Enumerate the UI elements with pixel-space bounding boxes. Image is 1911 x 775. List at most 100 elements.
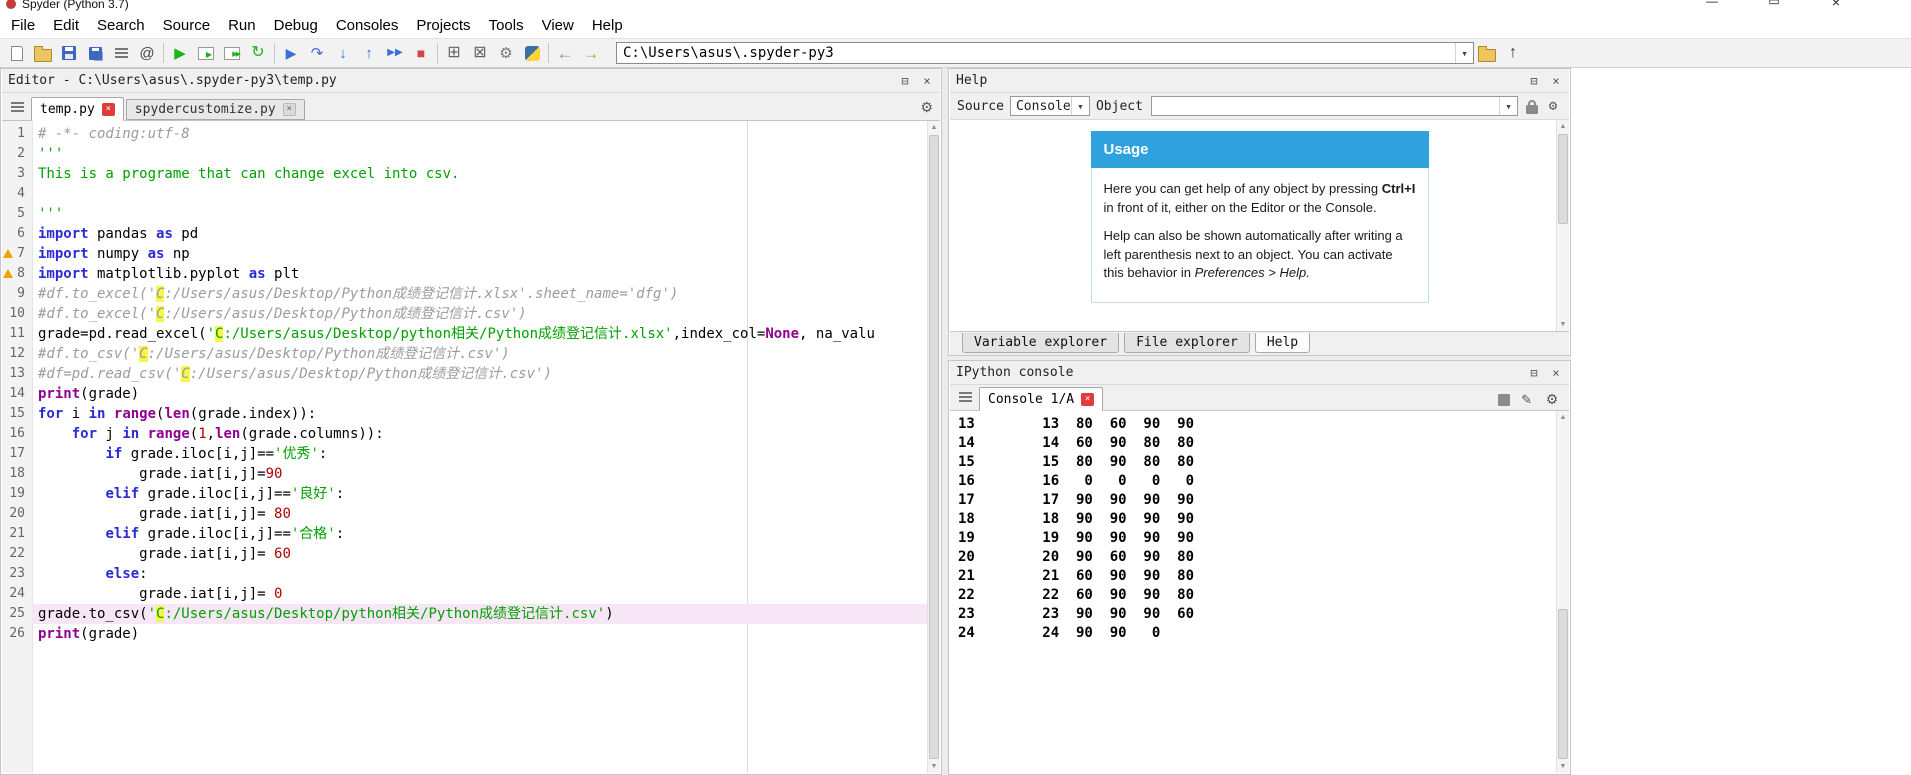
- step-over-icon[interactable]: ↷: [304, 40, 330, 66]
- source-select[interactable]: Console: [1010, 96, 1090, 116]
- browse-tabs-icon[interactable]: [954, 387, 976, 407]
- run-cell-advance-icon[interactable]: [219, 40, 245, 66]
- console-output[interactable]: 13 13 80 60 90 9014 14 60 90 80 8015 15 …: [950, 411, 1569, 773]
- file-switcher-icon[interactable]: [108, 40, 134, 66]
- scrollbar-thumb[interactable]: [1558, 134, 1568, 224]
- scroll-up-icon[interactable]: [1557, 120, 1569, 133]
- browse-working-directory-button[interactable]: [1474, 40, 1500, 66]
- fullscreen-icon[interactable]: ⊠: [467, 40, 493, 66]
- preferences-icon[interactable]: ⚙: [493, 40, 519, 66]
- tab-file-explorer[interactable]: File explorer: [1124, 333, 1250, 353]
- code-line-6[interactable]: 6import pandas as pd: [2, 224, 940, 244]
- menu-tools[interactable]: Tools: [480, 14, 533, 37]
- editor-scrollbar[interactable]: [927, 121, 940, 773]
- object-combobox[interactable]: [1151, 96, 1518, 116]
- lock-icon[interactable]: [1526, 105, 1538, 114]
- stop-debug-icon[interactable]: ■: [408, 40, 434, 66]
- code-line-14[interactable]: 14print(grade): [2, 384, 940, 404]
- help-scrollbar[interactable]: [1556, 120, 1569, 331]
- console-tab[interactable]: Console 1/A: [979, 387, 1103, 411]
- menu-debug[interactable]: Debug: [265, 14, 327, 37]
- console-options-gear-icon[interactable]: [1543, 391, 1561, 408]
- save-all-icon[interactable]: [82, 40, 108, 66]
- close-pane-icon[interactable]: [1549, 366, 1563, 380]
- editor-options-gear-icon[interactable]: [920, 99, 933, 116]
- browse-tabs-icon[interactable]: [6, 97, 28, 117]
- run-cell-icon[interactable]: [193, 40, 219, 66]
- code-line-20[interactable]: 20 grade.iat[i,j]= 80: [2, 504, 940, 524]
- code-line-18[interactable]: 18 grade.iat[i,j]=90: [2, 464, 940, 484]
- code-line-11[interactable]: 11grade=pd.read_excel('C:/Users/asus/Des…: [2, 324, 940, 344]
- code-line-3[interactable]: 3This is a programe that can change exce…: [2, 164, 940, 184]
- code-line-7[interactable]: 7import numpy as np: [2, 244, 940, 264]
- menu-source[interactable]: Source: [154, 14, 220, 37]
- code-line-21[interactable]: 21 elif grade.iloc[i,j]=='合格':: [2, 524, 940, 544]
- code-line-25[interactable]: 25grade.to_csv('C:/Users/asus/Desktop/py…: [2, 604, 940, 624]
- chevron-down-icon[interactable]: [1499, 97, 1517, 115]
- code-line-16[interactable]: 16 for j in range(1,len(grade.columns)):: [2, 424, 940, 444]
- rerun-cell-icon[interactable]: ↻: [245, 40, 271, 66]
- undock-pane-icon[interactable]: [1527, 74, 1541, 88]
- code-line-24[interactable]: 24 grade.iat[i,j]= 0: [2, 584, 940, 604]
- scroll-down-icon[interactable]: [1557, 760, 1569, 773]
- code-line-10[interactable]: 10#df.to_excel('C:/Users/asus/Desktop/Py…: [2, 304, 940, 324]
- scrollbar-thumb[interactable]: [929, 135, 939, 759]
- scroll-up-icon[interactable]: [1557, 411, 1569, 424]
- interrupt-kernel-icon[interactable]: [1498, 394, 1510, 406]
- minimize-icon[interactable]: [1688, 0, 1736, 10]
- scroll-down-icon[interactable]: [928, 760, 940, 773]
- code-line-4[interactable]: 4: [2, 184, 940, 204]
- menu-file[interactable]: File: [2, 14, 44, 37]
- save-file-icon[interactable]: [56, 40, 82, 66]
- maximize-pane-icon[interactable]: ⊞: [441, 40, 467, 66]
- help-options-gear-icon[interactable]: [1544, 98, 1562, 114]
- open-file-icon[interactable]: [30, 40, 56, 66]
- new-console-icon[interactable]: [1521, 392, 1532, 408]
- python-path-manager-icon[interactable]: [519, 40, 545, 66]
- code-line-15[interactable]: 15for i in range(len(grade.index)):: [2, 404, 940, 424]
- code-line-13[interactable]: 13#df=pd.read_csv('C:/Users/asus/Desktop…: [2, 364, 940, 384]
- undock-pane-icon[interactable]: [1527, 366, 1541, 380]
- editor-tab[interactable]: temp.py: [31, 97, 124, 121]
- step-return-icon[interactable]: ↑: [356, 40, 382, 66]
- back-icon[interactable]: ←: [552, 40, 578, 66]
- continue-execution-icon[interactable]: ▶▶: [382, 40, 408, 66]
- menu-view[interactable]: View: [533, 14, 583, 37]
- symbol-finder-icon[interactable]: @: [134, 40, 160, 66]
- menu-run[interactable]: Run: [219, 14, 265, 37]
- tab-close-icon[interactable]: [102, 103, 115, 116]
- undock-pane-icon[interactable]: [898, 74, 912, 88]
- close-pane-icon[interactable]: [1549, 74, 1563, 88]
- working-directory-combobox[interactable]: C:\Users\asus\.spyder-py3: [616, 42, 1474, 64]
- tab-variable-explorer[interactable]: Variable explorer: [962, 333, 1119, 353]
- code-line-9[interactable]: 9#df.to_excel('C:/Users/asus/Desktop/Pyt…: [2, 284, 940, 304]
- console-scrollbar[interactable]: [1556, 411, 1569, 773]
- run-file-icon[interactable]: ▶: [167, 40, 193, 66]
- code-line-2[interactable]: 2''': [2, 144, 940, 164]
- step-into-icon[interactable]: ↓: [330, 40, 356, 66]
- code-line-19[interactable]: 19 elif grade.iloc[i,j]=='良好':: [2, 484, 940, 504]
- tab-close-icon[interactable]: [1081, 393, 1094, 406]
- code-line-8[interactable]: 8import matplotlib.pyplot as plt: [2, 264, 940, 284]
- chevron-down-icon[interactable]: [1455, 43, 1473, 63]
- tab-help[interactable]: Help: [1255, 333, 1310, 353]
- scroll-down-icon[interactable]: [1557, 318, 1569, 331]
- close-icon[interactable]: [1812, 0, 1860, 10]
- code-line-23[interactable]: 23 else:: [2, 564, 940, 584]
- code-line-26[interactable]: 26print(grade): [2, 624, 940, 644]
- chevron-down-icon[interactable]: [1071, 97, 1089, 115]
- menu-projects[interactable]: Projects: [407, 14, 479, 37]
- menu-edit[interactable]: Edit: [44, 14, 88, 37]
- close-pane-icon[interactable]: [920, 74, 934, 88]
- parent-directory-button[interactable]: [1500, 40, 1526, 66]
- code-editor[interactable]: 1# -*- coding:utf-82'''3This is a progra…: [2, 121, 940, 773]
- editor-tab[interactable]: spydercustomize.py: [126, 99, 305, 120]
- code-line-12[interactable]: 12#df.to_csv('C:/Users/asus/Desktop/Pyth…: [2, 344, 940, 364]
- maximize-icon[interactable]: [1750, 0, 1798, 10]
- code-line-22[interactable]: 22 grade.iat[i,j]= 60: [2, 544, 940, 564]
- forward-icon[interactable]: →: [578, 40, 604, 66]
- menu-consoles[interactable]: Consoles: [327, 14, 408, 37]
- tab-close-icon[interactable]: [283, 103, 296, 116]
- menu-help[interactable]: Help: [583, 14, 632, 37]
- code-line-5[interactable]: 5''': [2, 204, 940, 224]
